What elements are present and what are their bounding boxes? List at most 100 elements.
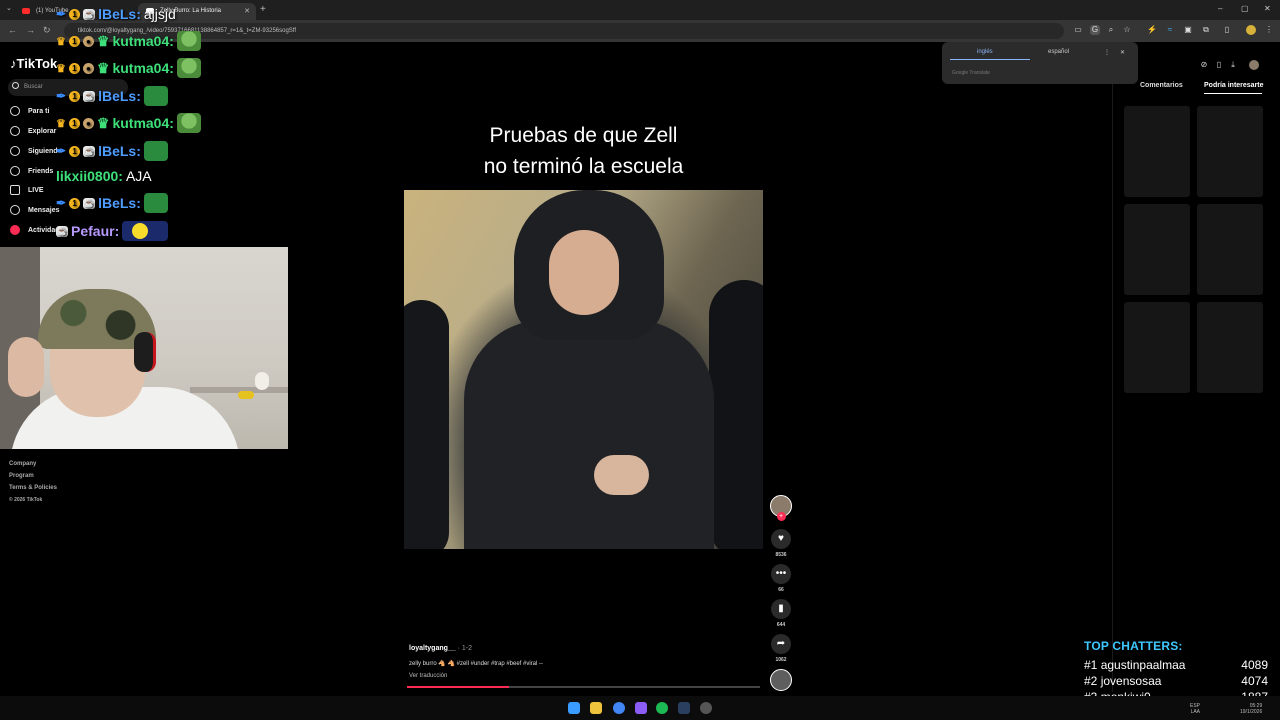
subscriber-badge-icon: 1 [69,90,81,102]
chat-username: kutma04: [112,33,174,49]
footer-company-link[interactable]: Company [9,458,57,470]
green-emote [143,141,168,161]
video-person-right [709,280,763,549]
clock[interactable]: 05:29 19/1/2026 [1240,703,1262,715]
suggested-video-thumb[interactable] [1197,302,1263,393]
device-icon[interactable]: ▯ [1214,60,1224,70]
footer-program-link[interactable]: Program [9,470,57,482]
extension-icon[interactable]: ⚡ [1147,25,1157,35]
file-explorer-icon[interactable] [590,702,602,714]
chrome-icon[interactable] [613,702,625,714]
tiktok-logo[interactable]: ♪TikTok [10,56,57,71]
webcam-lamp [255,372,269,390]
video-progress-bar[interactable] [407,686,760,688]
extension-2-icon[interactable]: ≈ [1165,25,1175,35]
maximize-button[interactable]: ▢ [1241,4,1249,13]
tab-podria-interesarte[interactable]: Podría interesarte [1204,82,1264,89]
share-count: 1062 [775,657,787,663]
subscriber-badge-icon: 1 [69,145,81,157]
reading-mode-icon[interactable]: ▣ [1183,25,1193,35]
lang-from-tab[interactable]: inglés [977,49,993,55]
extensions-puzzle-icon[interactable]: ⧉ [1201,25,1211,35]
window-close-button[interactable]: ✕ [1264,4,1271,13]
author-name[interactable]: loyaltygang__ [409,645,456,652]
sidebar-item-explorar[interactable]: Explorar [10,126,56,136]
forward-icon[interactable]: → [26,25,35,35]
suggested-video-thumb[interactable] [1197,204,1263,295]
tab-comentarios[interactable]: Comentarios [1140,82,1183,89]
tab-close-icon[interactable]: ✕ [244,7,250,15]
video-progress-fill [407,686,510,688]
youtube-icon [22,8,30,14]
reload-icon[interactable]: ↻ [43,25,51,36]
caption-line-1: Pruebas de que Zell [489,124,678,147]
suggested-video-thumb[interactable] [1124,106,1190,197]
new-tab-button[interactable]: + [260,4,266,15]
pepe-emote [176,31,201,51]
sidebar-item-para-ti[interactable]: Para ti [10,106,49,116]
zoom-icon[interactable]: ⌕ [1106,25,1116,35]
obs-icon[interactable] [700,702,712,714]
bits-badge-icon: ● [82,117,94,129]
minimize-button[interactable]: – [1218,4,1222,13]
pip-icon[interactable]: ⊘ [1199,60,1209,70]
footer-terms-link[interactable]: Terms & Policies [9,482,57,494]
download-icon[interactable]: ⤓ [1228,60,1238,70]
language-indicator[interactable]: ESP LAA [1190,703,1200,715]
moderator-sword-icon: ✒ [56,196,67,210]
translate-link[interactable]: Ver traducción [409,673,447,679]
lang-to-tab[interactable]: español [1048,49,1069,55]
suggested-video-thumb[interactable] [1197,106,1263,197]
music-disc-avatar[interactable] [770,669,792,691]
like-button[interactable]: ♥ 8536 [770,529,792,558]
green-emote [143,193,168,213]
subscriber-badge-icon: 1 [69,197,81,209]
back-icon[interactable]: ← [8,25,17,35]
share-button[interactable]: ➦ 1062 [770,634,792,663]
sidebar-item-actividad[interactable]: Actividad [10,225,60,235]
video-player[interactable] [404,190,763,549]
url-field[interactable]: tiktok.com/@loyaltygang_/video/759371668… [64,23,1064,39]
sidebar-item-live[interactable]: LIVE [10,185,44,195]
windows-start-icon[interactable] [568,702,580,714]
tab-search-icon[interactable]: ⌄ [6,4,12,12]
search-placeholder: Buscar [24,84,43,90]
spotify-icon[interactable] [656,702,668,714]
video-description: zelly burro 🐴 🐴 #zell #under #trap #beef… [409,661,544,667]
discord-icon[interactable] [635,702,647,714]
user-avatar[interactable] [1249,60,1259,70]
suggested-video-thumb[interactable] [1124,204,1190,295]
caption-line-2: no terminó la escuela [483,155,684,178]
follow-button[interactable]: + [770,512,792,521]
subscriber-badge-icon: 1 [68,117,80,129]
popup-close-icon[interactable]: ✕ [1120,49,1125,56]
steam-icon[interactable] [678,702,690,714]
sidebar-item-mensajes[interactable]: Mensajes [10,205,60,215]
comment-icon: ••• [771,564,791,584]
profile-avatar[interactable] [1246,25,1256,35]
subscriber-badge-icon: 1 [68,62,80,74]
follow-plus-icon: + [776,512,786,521]
home-icon [10,106,20,116]
cast-icon[interactable]: ▭ [1073,25,1083,35]
bookmark-star-icon[interactable]: ☆ [1122,25,1132,35]
video-author[interactable]: loyaltygang__ · 1-2 [409,645,472,652]
video-person-left [404,300,449,549]
translate-icon[interactable]: G [1090,25,1100,35]
comment-button[interactable]: ••• 66 [770,564,792,593]
browser-menu-icon[interactable]: ⋮ [1264,25,1274,35]
chat-username: lBeLs: [98,195,141,211]
save-button[interactable]: ▮ 644 [770,599,792,628]
video-hand-cards [594,455,649,495]
sidebar-item-friends[interactable]: Friends [10,166,53,176]
cup-badge-icon: ☕ [83,90,96,102]
friends-icon [10,166,20,176]
cup-badge-icon: ☕ [83,145,96,157]
sidebar-label: Para ti [28,107,50,115]
subscriber-badge-icon: 1 [69,8,81,20]
search-icon [12,82,19,89]
more-options-icon[interactable]: ⋮ [1104,49,1110,56]
sidebar-icon[interactable]: ▯ [1222,25,1232,35]
suggested-video-thumb[interactable] [1124,302,1190,393]
sidebar-item-siguiendo[interactable]: Siguiendo [10,146,62,156]
